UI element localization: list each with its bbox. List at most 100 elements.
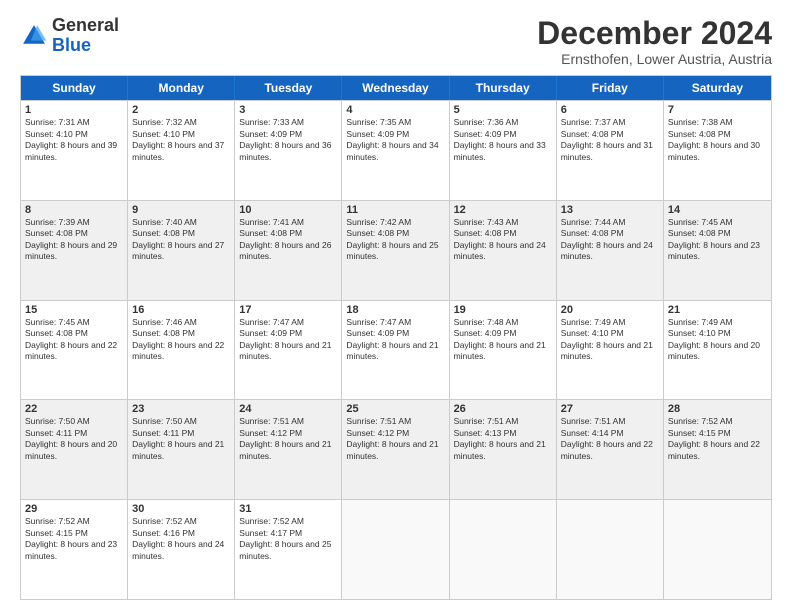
calendar-week: 22Sunrise: 7:50 AMSunset: 4:11 PMDayligh… (21, 399, 771, 499)
day-number: 20 (561, 304, 659, 316)
calendar-cell: 14Sunrise: 7:45 AMSunset: 4:08 PMDayligh… (664, 201, 771, 300)
cell-info: Sunrise: 7:48 AMSunset: 4:09 PMDaylight:… (454, 317, 552, 363)
cell-info: Sunrise: 7:41 AMSunset: 4:08 PMDaylight:… (239, 217, 337, 263)
day-number: 26 (454, 403, 552, 415)
calendar-cell (450, 500, 557, 599)
cell-info: Sunrise: 7:51 AMSunset: 4:12 PMDaylight:… (346, 416, 444, 462)
cell-info: Sunrise: 7:52 AMSunset: 4:16 PMDaylight:… (132, 516, 230, 562)
calendar-cell: 27Sunrise: 7:51 AMSunset: 4:14 PMDayligh… (557, 400, 664, 499)
cell-info: Sunrise: 7:36 AMSunset: 4:09 PMDaylight:… (454, 117, 552, 163)
day-number: 4 (346, 104, 444, 116)
cell-info: Sunrise: 7:40 AMSunset: 4:08 PMDaylight:… (132, 217, 230, 263)
cell-info: Sunrise: 7:44 AMSunset: 4:08 PMDaylight:… (561, 217, 659, 263)
calendar-header: SundayMondayTuesdayWednesdayThursdayFrid… (21, 76, 771, 100)
subtitle: Ernsthofen, Lower Austria, Austria (537, 51, 772, 67)
calendar-cell: 20Sunrise: 7:49 AMSunset: 4:10 PMDayligh… (557, 301, 664, 400)
day-number: 22 (25, 403, 123, 415)
day-number: 2 (132, 104, 230, 116)
cell-info: Sunrise: 7:49 AMSunset: 4:10 PMDaylight:… (668, 317, 767, 363)
calendar: SundayMondayTuesdayWednesdayThursdayFrid… (20, 75, 772, 600)
calendar-cell: 3Sunrise: 7:33 AMSunset: 4:09 PMDaylight… (235, 101, 342, 200)
day-number: 11 (346, 204, 444, 216)
logo-text: General Blue (52, 16, 119, 56)
cell-info: Sunrise: 7:32 AMSunset: 4:10 PMDaylight:… (132, 117, 230, 163)
cell-info: Sunrise: 7:52 AMSunset: 4:15 PMDaylight:… (25, 516, 123, 562)
day-number: 16 (132, 304, 230, 316)
main-title: December 2024 (537, 16, 772, 51)
day-header: Wednesday (342, 76, 449, 100)
calendar-cell: 4Sunrise: 7:35 AMSunset: 4:09 PMDaylight… (342, 101, 449, 200)
calendar-cell: 29Sunrise: 7:52 AMSunset: 4:15 PMDayligh… (21, 500, 128, 599)
calendar-cell: 31Sunrise: 7:52 AMSunset: 4:17 PMDayligh… (235, 500, 342, 599)
logo-icon (20, 22, 48, 50)
cell-info: Sunrise: 7:45 AMSunset: 4:08 PMDaylight:… (25, 317, 123, 363)
day-number: 28 (668, 403, 767, 415)
cell-info: Sunrise: 7:50 AMSunset: 4:11 PMDaylight:… (132, 416, 230, 462)
day-header: Thursday (450, 76, 557, 100)
calendar-cell: 19Sunrise: 7:48 AMSunset: 4:09 PMDayligh… (450, 301, 557, 400)
cell-info: Sunrise: 7:43 AMSunset: 4:08 PMDaylight:… (454, 217, 552, 263)
cell-info: Sunrise: 7:39 AMSunset: 4:08 PMDaylight:… (25, 217, 123, 263)
day-number: 24 (239, 403, 337, 415)
calendar-cell: 25Sunrise: 7:51 AMSunset: 4:12 PMDayligh… (342, 400, 449, 499)
calendar-week: 1Sunrise: 7:31 AMSunset: 4:10 PMDaylight… (21, 100, 771, 200)
cell-info: Sunrise: 7:46 AMSunset: 4:08 PMDaylight:… (132, 317, 230, 363)
day-number: 13 (561, 204, 659, 216)
day-number: 23 (132, 403, 230, 415)
day-number: 1 (25, 104, 123, 116)
day-number: 25 (346, 403, 444, 415)
cell-info: Sunrise: 7:35 AMSunset: 4:09 PMDaylight:… (346, 117, 444, 163)
calendar-cell (342, 500, 449, 599)
cell-info: Sunrise: 7:50 AMSunset: 4:11 PMDaylight:… (25, 416, 123, 462)
calendar-cell: 7Sunrise: 7:38 AMSunset: 4:08 PMDaylight… (664, 101, 771, 200)
logo-general: General (52, 16, 119, 36)
calendar-cell: 6Sunrise: 7:37 AMSunset: 4:08 PMDaylight… (557, 101, 664, 200)
calendar-cell (664, 500, 771, 599)
cell-info: Sunrise: 7:52 AMSunset: 4:15 PMDaylight:… (668, 416, 767, 462)
calendar-cell: 10Sunrise: 7:41 AMSunset: 4:08 PMDayligh… (235, 201, 342, 300)
calendar-week: 29Sunrise: 7:52 AMSunset: 4:15 PMDayligh… (21, 499, 771, 599)
logo-blue: Blue (52, 36, 119, 56)
calendar-cell: 9Sunrise: 7:40 AMSunset: 4:08 PMDaylight… (128, 201, 235, 300)
day-header: Saturday (664, 76, 771, 100)
day-number: 3 (239, 104, 337, 116)
day-number: 15 (25, 304, 123, 316)
cell-info: Sunrise: 7:42 AMSunset: 4:08 PMDaylight:… (346, 217, 444, 263)
cell-info: Sunrise: 7:47 AMSunset: 4:09 PMDaylight:… (239, 317, 337, 363)
day-header: Monday (128, 76, 235, 100)
calendar-cell: 17Sunrise: 7:47 AMSunset: 4:09 PMDayligh… (235, 301, 342, 400)
cell-info: Sunrise: 7:33 AMSunset: 4:09 PMDaylight:… (239, 117, 337, 163)
calendar-cell: 11Sunrise: 7:42 AMSunset: 4:08 PMDayligh… (342, 201, 449, 300)
day-number: 17 (239, 304, 337, 316)
day-number: 5 (454, 104, 552, 116)
day-number: 8 (25, 204, 123, 216)
day-number: 31 (239, 503, 337, 515)
calendar-cell: 24Sunrise: 7:51 AMSunset: 4:12 PMDayligh… (235, 400, 342, 499)
calendar-week: 15Sunrise: 7:45 AMSunset: 4:08 PMDayligh… (21, 300, 771, 400)
calendar-cell: 30Sunrise: 7:52 AMSunset: 4:16 PMDayligh… (128, 500, 235, 599)
cell-info: Sunrise: 7:31 AMSunset: 4:10 PMDaylight:… (25, 117, 123, 163)
calendar-cell: 21Sunrise: 7:49 AMSunset: 4:10 PMDayligh… (664, 301, 771, 400)
logo: General Blue (20, 16, 119, 56)
calendar-cell: 22Sunrise: 7:50 AMSunset: 4:11 PMDayligh… (21, 400, 128, 499)
title-block: December 2024 Ernsthofen, Lower Austria,… (537, 16, 772, 67)
cell-info: Sunrise: 7:47 AMSunset: 4:09 PMDaylight:… (346, 317, 444, 363)
calendar-cell: 16Sunrise: 7:46 AMSunset: 4:08 PMDayligh… (128, 301, 235, 400)
cell-info: Sunrise: 7:52 AMSunset: 4:17 PMDaylight:… (239, 516, 337, 562)
day-number: 21 (668, 304, 767, 316)
day-number: 9 (132, 204, 230, 216)
day-number: 6 (561, 104, 659, 116)
cell-info: Sunrise: 7:49 AMSunset: 4:10 PMDaylight:… (561, 317, 659, 363)
day-number: 7 (668, 104, 767, 116)
day-header: Sunday (21, 76, 128, 100)
calendar-week: 8Sunrise: 7:39 AMSunset: 4:08 PMDaylight… (21, 200, 771, 300)
cell-info: Sunrise: 7:45 AMSunset: 4:08 PMDaylight:… (668, 217, 767, 263)
day-number: 10 (239, 204, 337, 216)
day-number: 18 (346, 304, 444, 316)
header: General Blue December 2024 Ernsthofen, L… (20, 16, 772, 67)
day-header: Tuesday (235, 76, 342, 100)
day-header: Friday (557, 76, 664, 100)
calendar-cell: 12Sunrise: 7:43 AMSunset: 4:08 PMDayligh… (450, 201, 557, 300)
day-number: 19 (454, 304, 552, 316)
day-number: 14 (668, 204, 767, 216)
